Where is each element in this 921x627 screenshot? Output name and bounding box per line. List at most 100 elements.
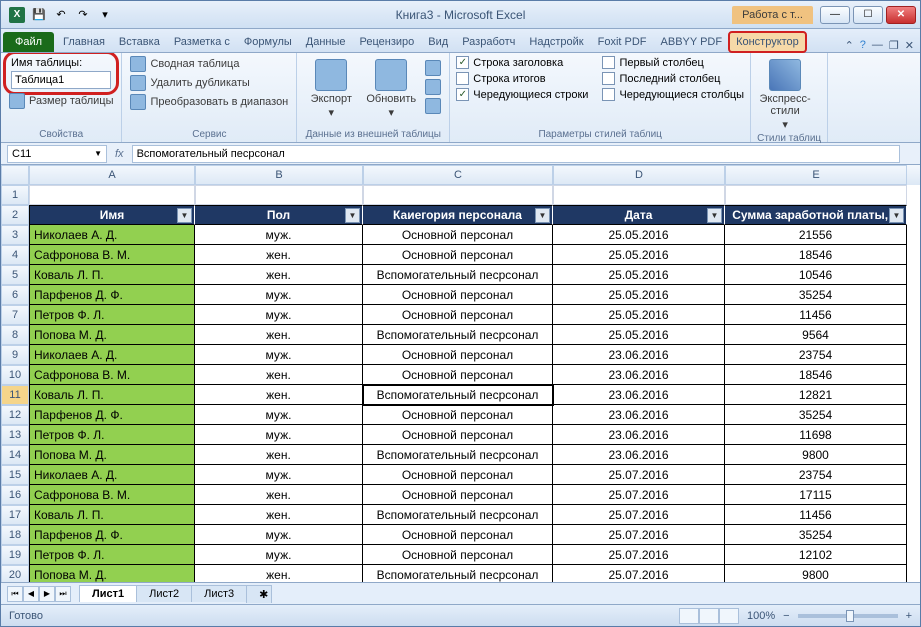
table-cell[interactable]: 23.06.2016 (553, 425, 725, 445)
table-cell[interactable]: жен. (195, 565, 363, 582)
table-cell[interactable]: Основной персонал (363, 305, 553, 325)
row-header[interactable]: 10 (1, 365, 29, 385)
doc-restore-icon[interactable]: ❐ (889, 39, 899, 52)
table-header-cell[interactable]: Каиегория персонала▼ (363, 205, 553, 225)
excel-app-icon[interactable]: X (7, 5, 27, 25)
table-cell[interactable]: 25.07.2016 (553, 505, 725, 525)
row-header[interactable]: 12 (1, 405, 29, 425)
table-cell[interactable]: Основной персонал (363, 225, 553, 245)
view-page-layout-icon[interactable] (699, 608, 719, 624)
table-cell[interactable]: Основной персонал (363, 485, 553, 505)
doc-close-icon[interactable]: ✕ (905, 39, 914, 52)
row-header[interactable]: 9 (1, 345, 29, 365)
table-cell[interactable]: 17115 (725, 485, 907, 505)
table-cell[interactable]: 23.06.2016 (553, 365, 725, 385)
sheet-tab[interactable]: Лист1 (79, 585, 137, 602)
row-header[interactable]: 11 (1, 385, 29, 405)
table-cell[interactable]: 23754 (725, 345, 907, 365)
select-all-corner[interactable] (1, 165, 29, 185)
undo-icon[interactable]: ↶ (51, 5, 71, 25)
zoom-in-icon[interactable]: + (906, 610, 912, 622)
table-cell[interactable]: 23.06.2016 (553, 345, 725, 365)
table-cell[interactable]: муж. (195, 285, 363, 305)
table-cell[interactable]: 25.07.2016 (553, 525, 725, 545)
ribbon-tab-формулы[interactable]: Формулы (237, 32, 299, 52)
column-header-B[interactable]: B (195, 165, 363, 185)
sheet-nav-first-icon[interactable]: ⏮ (7, 586, 23, 602)
table-cell[interactable]: Основной персонал (363, 345, 553, 365)
ext-props-icon[interactable] (423, 59, 443, 77)
table-cell[interactable]: Николаев А. Д. (29, 345, 195, 365)
table-cell[interactable]: жен. (195, 445, 363, 465)
filter-icon[interactable]: ▼ (707, 208, 722, 223)
table-cell[interactable]: Попова М. Д. (29, 565, 195, 582)
row-header[interactable]: 3 (1, 225, 29, 245)
column-header-C[interactable]: C (363, 165, 553, 185)
row-header[interactable]: 1 (1, 185, 29, 205)
ribbon-tab-разметка с[interactable]: Разметка с (167, 32, 237, 52)
fx-icon[interactable]: fx (115, 148, 124, 160)
table-cell[interactable]: Вспомогательный песрсонал (363, 265, 553, 285)
table-name-input[interactable] (11, 71, 111, 89)
zoom-slider[interactable] (798, 614, 898, 618)
row-header[interactable]: 14 (1, 445, 29, 465)
remove-duplicates-button[interactable]: Удалить дубликаты (128, 74, 290, 92)
table-cell[interactable]: 23.06.2016 (553, 445, 725, 465)
column-header-A[interactable]: A (29, 165, 195, 185)
table-cell[interactable]: Петров Ф. Л. (29, 545, 195, 565)
table-cell[interactable]: жен. (195, 265, 363, 285)
table-cell[interactable]: 25.05.2016 (553, 245, 725, 265)
view-page-break-icon[interactable] (719, 608, 739, 624)
ribbon-minimize-icon[interactable]: ⌃ (845, 39, 854, 52)
cell[interactable] (195, 185, 363, 205)
minimize-button[interactable]: — (820, 6, 850, 24)
new-sheet-button[interactable]: ✱ (246, 585, 272, 603)
table-cell[interactable]: 12102 (725, 545, 907, 565)
table-cell[interactable]: Вспомогательный песрсонал (363, 565, 553, 582)
table-cell[interactable]: жен. (195, 325, 363, 345)
redo-icon[interactable]: ↷ (73, 5, 93, 25)
view-normal-icon[interactable] (679, 608, 699, 624)
table-cell[interactable]: 25.05.2016 (553, 285, 725, 305)
cell[interactable] (553, 185, 725, 205)
table-cell[interactable]: Основной персонал (363, 525, 553, 545)
ribbon-tab-конструктор[interactable]: Конструктор (729, 32, 806, 52)
banded-rows-checkbox[interactable]: ✓Чередующиеся строки (456, 87, 588, 102)
header-row-checkbox[interactable]: ✓Строка заголовка (456, 55, 588, 70)
cell[interactable] (29, 185, 195, 205)
ribbon-tab-надстройк[interactable]: Надстройк (522, 32, 590, 52)
ext-unlink-icon[interactable] (423, 97, 443, 115)
ribbon-tab-разработч[interactable]: Разработч (455, 32, 522, 52)
table-cell[interactable]: Сафронова В. М. (29, 245, 195, 265)
table-cell[interactable]: Парфенов Д. Ф. (29, 525, 195, 545)
table-cell[interactable]: 25.07.2016 (553, 485, 725, 505)
table-cell[interactable]: 9564 (725, 325, 907, 345)
cell[interactable] (363, 185, 553, 205)
table-cell[interactable]: 18546 (725, 365, 907, 385)
sheet-nav-next-icon[interactable]: ▶ (39, 586, 55, 602)
table-cell[interactable]: муж. (195, 345, 363, 365)
ribbon-tab-рецензиро[interactable]: Рецензиро (353, 32, 422, 52)
ribbon-tab-главная[interactable]: Главная (56, 32, 112, 52)
last-col-checkbox[interactable]: Последний столбец (602, 71, 744, 86)
ribbon-tab-foxit pdf[interactable]: Foxit PDF (591, 32, 654, 52)
table-cell[interactable]: муж. (195, 305, 363, 325)
table-cell[interactable]: муж. (195, 425, 363, 445)
row-header[interactable]: 15 (1, 465, 29, 485)
column-header-E[interactable]: E (725, 165, 907, 185)
table-cell[interactable]: 23.06.2016 (553, 385, 725, 405)
quick-styles-button[interactable]: Экспресс-стили▾ (757, 55, 813, 131)
table-cell[interactable]: 25.07.2016 (553, 465, 725, 485)
save-icon[interactable]: 💾 (29, 5, 49, 25)
table-cell[interactable]: 11456 (725, 505, 907, 525)
table-cell[interactable]: Коваль Л. П. (29, 265, 195, 285)
table-cell[interactable]: 23.06.2016 (553, 405, 725, 425)
row-header[interactable]: 2 (1, 205, 29, 225)
filter-icon[interactable]: ▼ (345, 208, 360, 223)
table-cell[interactable]: Сафронова В. М. (29, 365, 195, 385)
filter-icon[interactable]: ▼ (535, 208, 550, 223)
ribbon-tab-вставка[interactable]: Вставка (112, 32, 167, 52)
banded-cols-checkbox[interactable]: Чередующиеся столбцы (602, 87, 744, 102)
name-box[interactable]: C11▼ (7, 145, 107, 163)
filter-icon[interactable]: ▼ (177, 208, 192, 223)
